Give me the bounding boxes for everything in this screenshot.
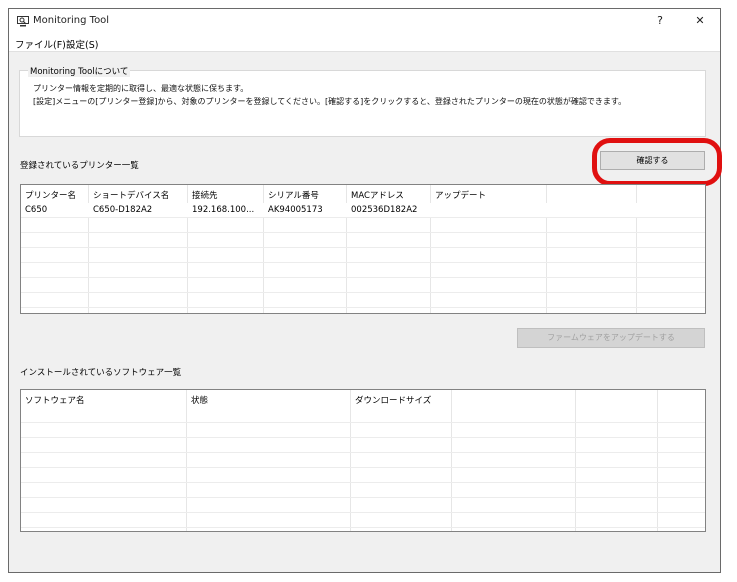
software-list-label: インストールされているソフトウェア一覧: [20, 368, 182, 378]
client-area: Monitoring Toolについて プリンター情報を定期的に取得し、最適な状…: [9, 51, 722, 572]
empty-row: [21, 438, 705, 453]
empty-row: [21, 453, 705, 468]
empty-row: [21, 483, 705, 498]
printer-list-header: プリンター名 ショートデバイス名 接続先 シリアル番号 MACアドレス アップデ…: [21, 185, 705, 203]
cell-connection: 192.168.100...: [192, 205, 255, 215]
table-row[interactable]: C650 C650-D182A2 192.168.100... AK940051…: [21, 203, 705, 218]
empty-row: [21, 408, 705, 423]
cell-short-device-name: C650-D182A2: [93, 205, 153, 215]
empty-row: [21, 218, 705, 233]
cell-serial: AK94005173: [268, 205, 323, 215]
close-button[interactable]: ✕: [685, 12, 715, 30]
update-firmware-button[interactable]: ファームウェアをアップデートする: [517, 328, 705, 348]
software-list-header: ソフトウェア名 状態 ダウンロードサイズ: [21, 390, 705, 408]
printer-list[interactable]: プリンター名 ショートデバイス名 接続先 シリアル番号 MACアドレス アップデ…: [20, 184, 706, 314]
col-serial[interactable]: シリアル番号: [268, 189, 319, 201]
about-text-line2: [設定]メニューの[プリンター登録]から、対象のプリンターを登録してください。[…: [33, 97, 627, 106]
col-connection[interactable]: 接続先: [192, 189, 218, 201]
empty-row: [21, 248, 705, 263]
menu-bar: ファイル(F) 設定(S): [9, 34, 720, 51]
col-status[interactable]: 状態: [191, 394, 208, 406]
software-list[interactable]: ソフトウェア名 状態 ダウンロードサイズ: [20, 389, 706, 532]
cell-printer-name: C650: [25, 205, 48, 215]
empty-row: [21, 498, 705, 513]
highlight-annotation: [592, 138, 722, 186]
col-update[interactable]: アップデート: [435, 189, 486, 201]
col-software-name[interactable]: ソフトウェア名: [25, 394, 85, 406]
col-mac[interactable]: MACアドレス: [351, 189, 404, 201]
printer-list-label: 登録されているプリンター一覧: [20, 161, 139, 171]
col-printer-name[interactable]: プリンター名: [25, 189, 76, 201]
empty-row: [21, 278, 705, 293]
about-groupbox: Monitoring Toolについて プリンター情報を定期的に取得し、最適な状…: [19, 65, 706, 137]
empty-row: [21, 468, 705, 483]
menu-file[interactable]: ファイル(F): [15, 37, 66, 51]
main-window: Monitoring Tool ? ✕ ファイル(F) 設定(S) Monito…: [8, 8, 722, 573]
about-legend: Monitoring Toolについて: [28, 65, 131, 77]
empty-row: [21, 423, 705, 438]
col-short-device-name[interactable]: ショートデバイス名: [93, 189, 169, 201]
menu-settings[interactable]: 設定(S): [66, 37, 98, 51]
about-text-line1: プリンター情報を定期的に取得し、最適な状態に保ちます。: [33, 84, 249, 93]
title-bar: Monitoring Tool ? ✕: [9, 9, 720, 34]
empty-row: [21, 293, 705, 308]
cell-mac: 002536D182A2: [351, 205, 418, 215]
window-title: Monitoring Tool: [33, 15, 110, 26]
help-button[interactable]: ?: [645, 12, 675, 30]
empty-row: [21, 513, 705, 528]
empty-row: [21, 233, 705, 248]
empty-row: [21, 263, 705, 278]
col-download-size[interactable]: ダウンロードサイズ: [355, 394, 431, 406]
monitor-magnifier-icon: [17, 16, 29, 27]
